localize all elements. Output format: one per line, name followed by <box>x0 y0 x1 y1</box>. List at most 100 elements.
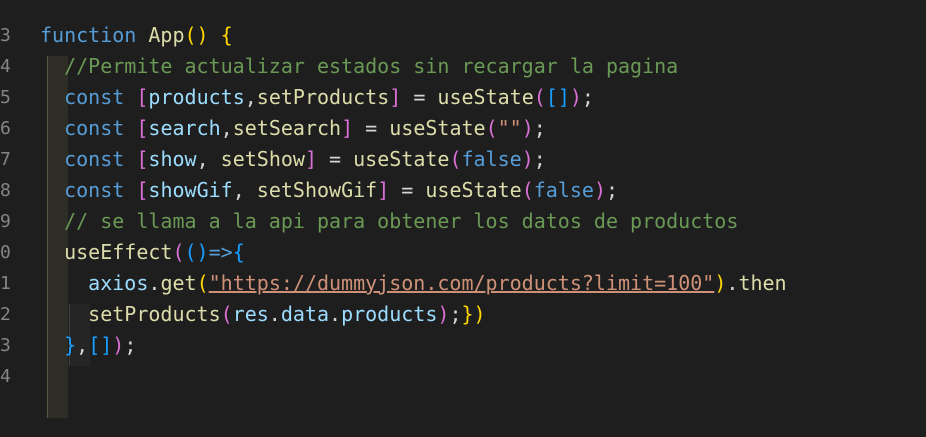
code-token: [ <box>136 85 149 109</box>
code-token: [] <box>545 85 570 109</box>
code-token: useState <box>437 85 534 109</box>
code-token: show <box>148 147 197 171</box>
code-token: res <box>232 302 269 326</box>
code-token: const <box>64 147 125 171</box>
code-token: . <box>329 302 342 326</box>
line-number: 4 <box>0 56 11 77</box>
code-text: const [search,setSearch] = useState(""); <box>40 113 546 144</box>
code-token: // se llama a la api para obtener los da… <box>64 209 739 233</box>
code-token: } <box>64 333 77 357</box>
line-number: 7 <box>0 149 11 170</box>
code-token: = <box>317 147 354 171</box>
code-token: const <box>64 85 125 109</box>
code-token: ] <box>377 178 390 202</box>
code-token: ; <box>606 178 619 202</box>
code-token: setProducts <box>256 85 390 109</box>
code-text: const [products,setProducts] = useState(… <box>40 82 594 113</box>
code-line[interactable]: 8 const [showGif, setShowGif] = useState… <box>0 175 926 206</box>
code-token: "" <box>497 116 522 140</box>
code-token: products <box>148 85 245 109</box>
code-line[interactable]: 4 //Permite actualizar estados sin recar… <box>0 51 926 82</box>
code-token: ) <box>473 302 486 326</box>
code-token: ; <box>449 302 462 326</box>
code-line[interactable]: 5 const [products,setProducts] = useStat… <box>0 82 926 113</box>
line-number: 3 <box>0 335 11 356</box>
line-number: 4 <box>0 366 11 387</box>
code-line[interactable]: 3 function App() { <box>0 20 926 51</box>
line-number: 9 <box>0 211 11 232</box>
code-token: const <box>64 116 125 140</box>
code-token: [ <box>136 116 149 140</box>
code-text: const [showGif, setShowGif] = useState(f… <box>40 175 618 206</box>
code-line[interactable]: 9 // se llama a la api para obtener los … <box>0 206 926 237</box>
code-token: ( <box>449 147 462 171</box>
code-token: [ <box>136 178 149 202</box>
line-number: 5 <box>0 87 11 108</box>
code-line[interactable]: 4 <box>0 361 926 392</box>
code-token: data <box>280 302 330 326</box>
code-token: ) <box>593 178 607 202</box>
code-token: . <box>726 271 739 295</box>
code-line[interactable]: 3 },[]); <box>0 330 926 361</box>
line-number: 6 <box>0 118 11 139</box>
line-number: 2 <box>0 304 11 325</box>
code-token: . <box>148 271 161 295</box>
code-editor[interactable]: 3 function App() {4 //Permite actualizar … <box>0 0 926 437</box>
code-token: ( <box>172 240 185 264</box>
code-token: { <box>232 240 245 264</box>
code-token: ) <box>437 302 450 326</box>
code-token: , <box>76 333 89 357</box>
code-token: = <box>353 116 390 140</box>
code-token: ) <box>112 333 125 357</box>
code-token: ( <box>485 116 498 140</box>
code-token: useEffect <box>64 240 173 264</box>
code-text: // se llama a la api para obtener los da… <box>40 206 738 237</box>
code-token: , <box>232 178 257 202</box>
code-token: useState <box>389 116 486 140</box>
code-token: = <box>401 85 438 109</box>
code-token: ) <box>569 85 582 109</box>
code-token: [ <box>136 147 149 171</box>
code-token: , <box>244 85 257 109</box>
code-token: [] <box>88 333 113 357</box>
code-token: setShow <box>220 147 305 171</box>
code-token: ( <box>521 178 534 202</box>
code-token: App <box>148 23 185 47</box>
line-number: 3 <box>0 25 11 46</box>
code-token: useState <box>425 178 522 202</box>
code-line[interactable]: 2 setProducts(res.data.products);}) <box>0 299 926 330</box>
editor-top-edge <box>0 0 926 6</box>
code-token: //Permite actualizar estados sin recarga… <box>64 54 679 78</box>
code-token: false <box>533 178 594 202</box>
code-token: , <box>220 116 233 140</box>
code-text: },[]); <box>40 330 136 361</box>
code-line[interactable]: 0 useEffect(()=>{ <box>0 237 926 268</box>
code-line[interactable]: 7 const [show, setShow] = useState(false… <box>0 144 926 175</box>
code-token: then <box>738 271 787 295</box>
code-token: showGif <box>148 178 233 202</box>
line-number: 1 <box>0 273 11 294</box>
code-token: ) <box>521 116 534 140</box>
code-line[interactable]: 1 axios.get("https://dummyjson.com/produ… <box>0 268 926 299</box>
code-token: = <box>389 178 426 202</box>
code-line[interactable]: 6 const [search,setSearch] = useState(""… <box>0 113 926 144</box>
code-token: ; <box>533 116 546 140</box>
code-token: () <box>184 23 209 47</box>
code-token: ] <box>304 147 318 171</box>
code-token: ; <box>124 333 137 357</box>
code-token: const <box>64 178 125 202</box>
code-token: ] <box>389 85 402 109</box>
code-text: useEffect(()=>{ <box>40 237 245 268</box>
